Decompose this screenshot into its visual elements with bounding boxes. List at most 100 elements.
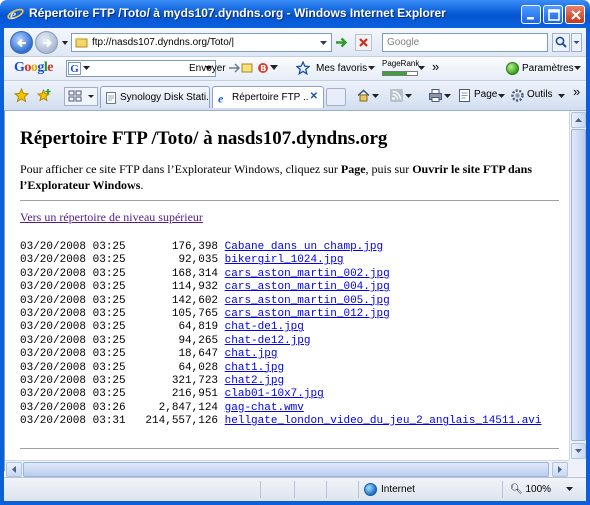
chevron-down-icon <box>575 449 582 453</box>
file-link[interactable]: hellgate_london_video_du_jeu_2_anglais_1… <box>225 415 542 427</box>
more-tools-button[interactable]: » <box>432 59 439 74</box>
horizontal-scrollbar[interactable] <box>5 460 569 477</box>
parent-directory-link[interactable]: Vers un répertoire de niveau supérieur <box>20 210 203 225</box>
file-link[interactable]: Cabane dans un champ.jpg <box>225 241 383 253</box>
file-time: 03:25 <box>92 281 126 294</box>
file-link[interactable]: chat2.jpg <box>225 375 284 387</box>
maximize-button[interactable] <box>543 5 563 24</box>
close-icon <box>571 10 581 20</box>
back-button[interactable] <box>10 31 33 54</box>
vertical-scroll-thumb[interactable] <box>571 129 586 441</box>
quick-tabs-icon <box>68 90 94 102</box>
quick-tabs-button[interactable] <box>64 87 98 106</box>
file-link[interactable]: gag-chat.wmv <box>225 402 304 414</box>
file-link[interactable]: clab01-10x7.jpg <box>225 388 324 400</box>
pagerank-fill <box>383 72 407 75</box>
window-frame-right <box>586 28 590 505</box>
maximize-icon <box>548 9 560 21</box>
chevron-down-icon[interactable] <box>405 94 412 99</box>
ie-logo-icon: e <box>7 8 24 22</box>
new-tab-button[interactable] <box>326 88 346 106</box>
file-link[interactable]: cars_aston_martin_004.jpg <box>225 281 390 293</box>
search-placeholder: Google <box>387 37 420 48</box>
tab-synology[interactable]: Synology Disk Stati... <box>100 86 210 108</box>
zoom-level[interactable]: 🔍︎ 100% <box>510 484 551 495</box>
close-window-button[interactable] <box>565 5 585 24</box>
file-time: 03:25 <box>92 361 126 374</box>
url-text[interactable]: ftp://nasds107.dyndns.org/Toto/| <box>92 37 234 48</box>
chevron-down-icon[interactable] <box>444 94 451 99</box>
star-outline-icon[interactable] <box>296 61 310 75</box>
file-link[interactable]: chat.jpg <box>225 348 278 360</box>
favorites-star-icon[interactable] <box>14 88 29 103</box>
file-date: 03/20/2008 <box>20 361 87 374</box>
settings-menu[interactable]: Paramètres <box>522 63 574 74</box>
page-content: Répertoire FTP /Toto/ à nasds107.dyndns.… <box>4 111 569 471</box>
file-link[interactable]: cars_aston_martin_002.jpg <box>225 268 390 280</box>
close-tab-icon[interactable]: ✕ <box>310 91 318 102</box>
tools-menu[interactable]: Outils <box>527 89 553 100</box>
history-dropdown-icon[interactable] <box>61 39 69 47</box>
vertical-scrollbar[interactable] <box>569 111 586 460</box>
chevron-down-icon[interactable] <box>498 94 505 99</box>
chevron-down-icon[interactable] <box>418 66 425 71</box>
file-time: 03:25 <box>92 388 126 401</box>
file-link[interactable]: chat-de12.jpg <box>225 335 311 347</box>
more-commands-button[interactable]: » <box>573 84 580 99</box>
scroll-right-button[interactable] <box>552 462 568 477</box>
go-arrow-icon[interactable] <box>334 35 349 50</box>
google-logo[interactable]: Google <box>14 60 53 76</box>
title-bar[interactable]: e Répertoire FTP /Toto/ à myds107.dyndns… <box>0 0 590 28</box>
zone-label: Internet <box>381 484 415 495</box>
favorites-menu[interactable]: Mes favoris <box>316 63 367 74</box>
popup-blocker-icon[interactable]: B <box>256 61 270 75</box>
file-date: 03/20/2008 <box>20 348 87 361</box>
file-row: 03/20/2008 03:25 105,765 cars_aston_marti… <box>20 308 542 321</box>
file-date: 03/20/2008 <box>20 321 87 334</box>
stop-button[interactable] <box>355 34 372 51</box>
address-field[interactable]: ftp://nasds107.dyndns.org/Toto/| <box>71 33 332 52</box>
feeds-icon[interactable] <box>389 88 404 103</box>
file-row: 03/20/2008 03:25 64,028 chat1.jpg <box>20 362 542 375</box>
file-link[interactable]: cars_aston_martin_005.jpg <box>225 295 390 307</box>
scroll-up-button[interactable] <box>571 112 586 128</box>
print-icon[interactable] <box>428 88 443 103</box>
tools-gear-icon[interactable] <box>510 88 525 103</box>
highlight-icon[interactable] <box>240 61 254 75</box>
svg-text:B: B <box>260 64 266 73</box>
chevron-down-icon[interactable] <box>372 94 379 99</box>
address-row: ftp://nasds107.dyndns.org/Toto/| Google <box>4 28 586 57</box>
search-provider-dropdown[interactable] <box>571 33 582 52</box>
google-g-icon[interactable]: G <box>68 62 81 75</box>
file-row: 03/20/2008 03:25 216,951 clab01-10x7.jpg <box>20 388 542 401</box>
file-link[interactable]: chat1.jpg <box>225 362 284 374</box>
file-row: 03/20/2008 03:25 321,723 chat2.jpg <box>20 375 542 388</box>
forward-button[interactable] <box>35 31 58 54</box>
add-favorite-icon[interactable] <box>37 88 52 103</box>
scroll-down-button[interactable] <box>571 443 586 459</box>
chevron-down-icon[interactable] <box>574 66 581 71</box>
tab-label: Synology Disk Stati... <box>120 92 208 103</box>
chevron-down-icon <box>83 66 90 70</box>
file-link[interactable]: bikergirl_1024.jpg <box>225 254 344 266</box>
page-menu-icon[interactable] <box>457 88 472 103</box>
chevron-down-icon[interactable] <box>270 65 278 71</box>
scroll-left-button[interactable] <box>6 462 22 477</box>
file-size: 18,647 <box>178 348 219 361</box>
file-link[interactable]: chat-de1.jpg <box>225 321 304 333</box>
chevron-down-icon[interactable] <box>558 94 565 99</box>
chevron-down-icon[interactable] <box>319 40 328 46</box>
file-link[interactable]: cars_aston_martin_012.jpg <box>225 308 390 320</box>
search-input[interactable]: Google <box>382 33 548 52</box>
tab-ftp-directory[interactable]: e Répertoire FTP ... ✕ <box>212 86 324 108</box>
search-button[interactable] <box>552 33 570 52</box>
page-menu[interactable]: Page <box>474 89 497 100</box>
send-button[interactable]: Envoyer <box>189 63 226 74</box>
chevron-down-icon[interactable] <box>368 66 375 71</box>
send-to-icon[interactable] <box>227 61 241 75</box>
home-icon[interactable] <box>356 88 371 103</box>
minimize-button[interactable] <box>521 5 541 24</box>
horizontal-scroll-thumb[interactable] <box>23 462 549 477</box>
file-time: 03:25 <box>92 348 126 361</box>
chevron-down-icon[interactable] <box>566 487 573 492</box>
